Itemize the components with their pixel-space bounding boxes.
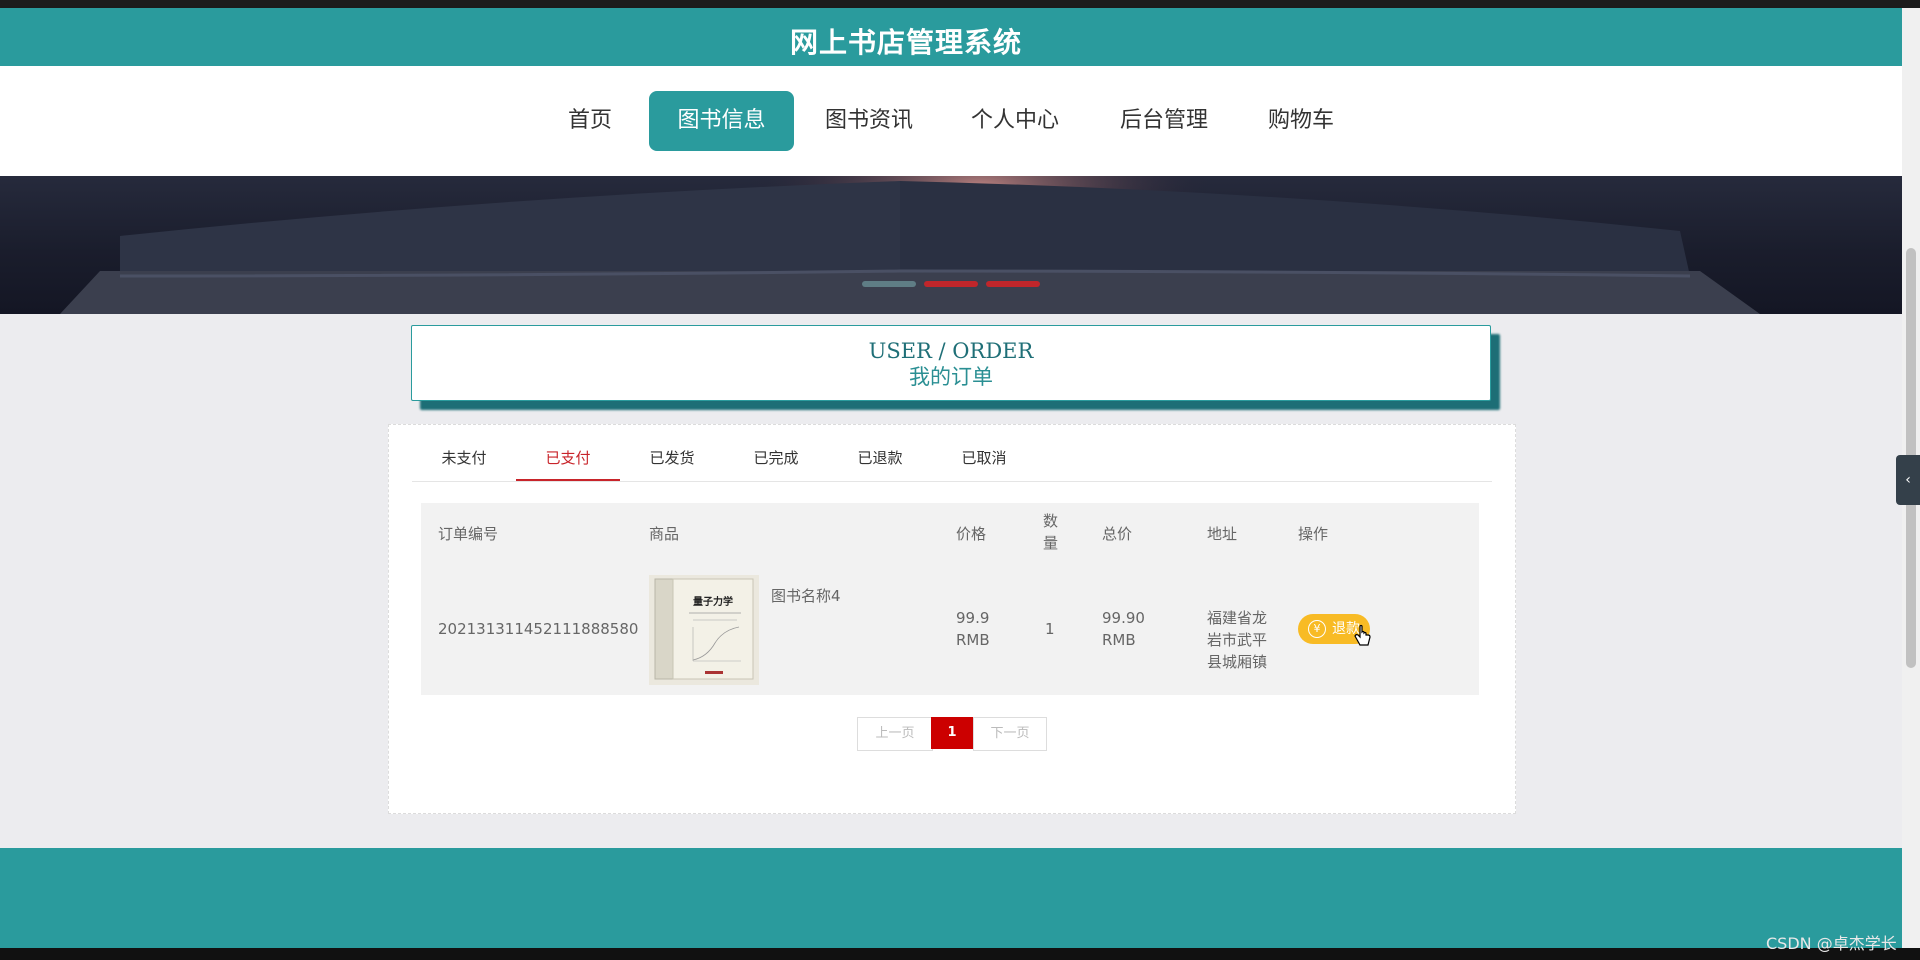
tab-completed[interactable]: 已完成 <box>724 437 828 479</box>
book-cover[interactable]: 量子力学 <box>649 575 759 685</box>
nav-personal-center[interactable]: 个人中心 <box>960 91 1070 151</box>
tab-cancelled[interactable]: 已取消 <box>932 437 1036 479</box>
col-price: 价格 <box>956 525 987 543</box>
address-value: 福建省龙岩市武平县城厢镇 <box>1207 609 1268 671</box>
site-footer <box>0 848 1902 948</box>
pagination-prev[interactable]: 上一页 <box>857 717 933 751</box>
price-value: 99.9 <box>956 609 990 627</box>
yen-icon: ¥ <box>1308 620 1326 638</box>
col-total: 总价 <box>1102 525 1133 543</box>
tab-unpaid[interactable]: 未支付 <box>412 437 516 479</box>
banner-carousel[interactable] <box>0 176 1902 314</box>
nav-book-news[interactable]: 图书资讯 <box>814 91 924 151</box>
nav-home[interactable]: 首页 <box>545 91 635 151</box>
col-action: 操作 <box>1298 525 1329 543</box>
col-order-no: 订单编号 <box>438 525 499 543</box>
carousel-dot-1[interactable] <box>862 281 916 287</box>
carousel-dot-2[interactable] <box>924 281 978 287</box>
hand-cursor-icon <box>1354 624 1371 646</box>
tab-paid[interactable]: 已支付 <box>516 437 620 481</box>
order-panel: 未支付 已支付 已发货 已完成 已退款 已取消 订单编号 商品 价格 数量 总价… <box>388 424 1516 814</box>
banner-book-image <box>60 176 1760 314</box>
book-cover-image: 量子力学 <box>649 575 759 685</box>
pagination-page-1[interactable]: 1 <box>931 717 973 749</box>
pagination-next[interactable]: 下一页 <box>973 717 1047 751</box>
col-qty: 数量 <box>1043 512 1059 552</box>
watermark: CSDN @卓杰学长 <box>1766 934 1897 953</box>
price-unit: RMB <box>956 631 990 649</box>
carousel-dot-3[interactable] <box>986 281 1040 287</box>
col-product: 商品 <box>649 525 680 543</box>
col-address: 地址 <box>1207 525 1238 543</box>
quantity-value: 1 <box>1045 620 1055 638</box>
tab-refunded[interactable]: 已退款 <box>828 437 932 479</box>
site-header: 网上书店管理系统 <box>0 8 1902 66</box>
taskbar-strip <box>0 948 1920 960</box>
window-top-strip <box>0 0 1920 8</box>
nav-cart[interactable]: 购物车 <box>1256 91 1346 151</box>
nav-book-info[interactable]: 图书信息 <box>649 91 794 151</box>
main-nav: 首页 图书信息 图书资讯 个人中心 后台管理 购物车 <box>0 66 1902 176</box>
book-cover-title: 量子力学 <box>693 595 733 608</box>
product-name[interactable]: 图书名称4 <box>771 585 841 607</box>
section-title-en: USER / ORDER <box>868 339 1034 363</box>
order-status-tabs: 未支付 已支付 已发货 已完成 已退款 已取消 <box>412 437 1492 482</box>
section-title: USER / ORDER 我的订单 <box>411 325 1491 401</box>
tab-shipped[interactable]: 已发货 <box>620 437 724 479</box>
total-value: 99.90 <box>1102 609 1145 627</box>
site-title: 网上书店管理系统 <box>789 26 1022 59</box>
section-title-cn: 我的订单 <box>909 365 993 389</box>
order-table: 订单编号 商品 价格 数量 总价 地址 操作 20213131145211188… <box>421 503 1479 695</box>
side-panel-toggle[interactable]: ‹ <box>1896 455 1920 505</box>
nav-admin[interactable]: 后台管理 <box>1109 91 1219 151</box>
total-unit: RMB <box>1102 631 1136 649</box>
order-number: 20213131145211188858​0 <box>438 620 639 638</box>
chevron-left-icon: ‹ <box>1905 472 1911 488</box>
